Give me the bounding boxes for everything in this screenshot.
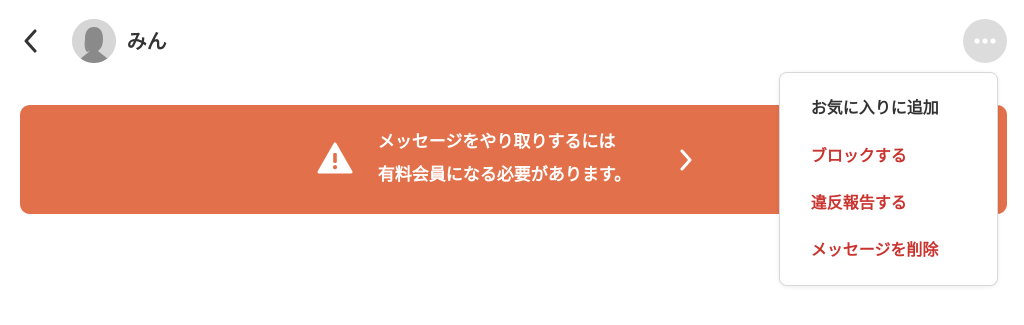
user-name: みん (127, 29, 167, 53)
warning-triangle-icon (317, 142, 353, 174)
banner-line-2: 有料会員になる必要があります。 (378, 165, 632, 185)
menu-item-report[interactable]: 違反報告する (811, 191, 907, 215)
avatar[interactable] (72, 19, 116, 63)
chevron-right-icon (680, 149, 692, 171)
options-menu: お気に入りに追加 ブロックする 違反報告する メッセージを削除 (779, 72, 998, 286)
chevron-left-icon (24, 29, 37, 53)
banner-line-1: メッセージをやり取りするには (378, 132, 616, 152)
banner-message: メッセージをやり取りするには 有料会員になる必要があります。 (378, 126, 631, 192)
chat-page: みん メッセージをやり取りするには 有料会員になる必要があります。 お気に入りに… (0, 0, 1024, 325)
menu-item-delete-messages[interactable]: メッセージを削除 (811, 238, 939, 262)
back-button[interactable] (14, 24, 48, 58)
menu-item-add-favorite[interactable]: お気に入りに追加 (811, 96, 939, 120)
menu-item-block[interactable]: ブロックする (811, 144, 907, 168)
person-silhouette-icon (72, 19, 116, 63)
ellipsis-icon (974, 38, 996, 44)
more-options-button[interactable] (963, 19, 1007, 63)
